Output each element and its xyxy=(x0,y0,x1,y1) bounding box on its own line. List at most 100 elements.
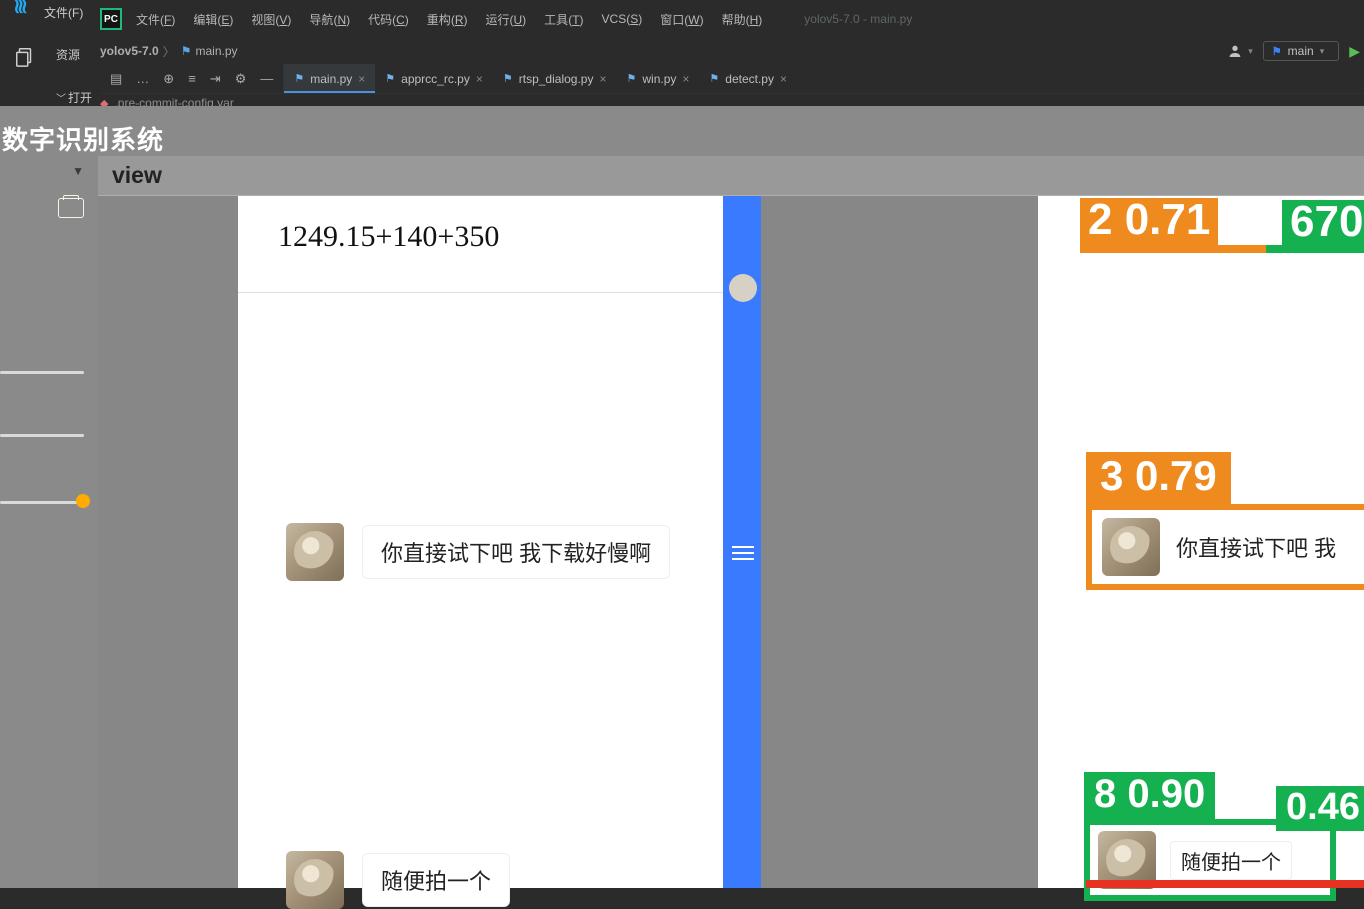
detection-mid-text: 你直接试下吧 我 xyxy=(1176,531,1336,563)
chevron-down-icon[interactable]: ▾ xyxy=(1248,46,1253,57)
message-bubble: 随便拍一个 xyxy=(362,853,510,907)
slider-3[interactable] xyxy=(0,501,84,504)
avatar-icon xyxy=(286,851,344,909)
close-icon[interactable]: × xyxy=(599,72,606,86)
expand-icon[interactable]: ⇥ xyxy=(210,71,221,87)
chat-message-1: 你直接试下吧 我下载好慢啊 xyxy=(238,523,760,581)
chevron-down-icon: ▾ xyxy=(1320,46,1325,57)
view-label: view xyxy=(98,162,162,189)
vscode-titlebar: ≋ 文件(F) xyxy=(0,0,83,24)
avatar-icon xyxy=(1102,518,1160,576)
breadcrumb-project[interactable]: yolov5-7.0 xyxy=(100,44,159,58)
tab-label: detect.py xyxy=(725,72,774,86)
detection-red-border xyxy=(1086,880,1364,888)
app-title: 数字识别系统 xyxy=(2,120,164,157)
vscode-sidebar-labels: 资源 ﹀打开 xyxy=(56,46,92,106)
chat-message-2: 随便拍一个 xyxy=(238,851,760,909)
python-file-icon: ⚑ xyxy=(626,72,636,85)
pycharm-breadcrumb: yolov5-7.0 〉 ⚑ main.py xyxy=(100,38,238,64)
det-label: 670 xyxy=(1282,200,1364,248)
menu-edit[interactable]: 编辑(E) xyxy=(193,11,233,28)
detection-mid: 3 0.79 你直接试下吧 我 xyxy=(1086,452,1364,590)
python-file-icon: ⚑ xyxy=(503,72,513,85)
run-config-selector[interactable]: ⚑ main ▾ xyxy=(1263,41,1339,61)
app-sidebar: ▼ xyxy=(0,156,98,888)
panel-icon[interactable]: ▤ xyxy=(110,71,122,87)
close-icon[interactable]: × xyxy=(780,72,787,86)
tab-label: win.py xyxy=(642,72,676,86)
run-button-icon[interactable]: ▶ xyxy=(1349,43,1360,60)
slider-knob[interactable] xyxy=(76,494,90,508)
open-editors-label[interactable]: ﹀打开 xyxy=(56,89,92,106)
menu-tools[interactable]: 工具(T) xyxy=(544,11,583,28)
detection-top-b: 670 xyxy=(1282,200,1364,248)
avatar-icon xyxy=(286,523,344,581)
tab-label: main.py xyxy=(310,72,352,86)
close-icon[interactable]: × xyxy=(476,72,483,86)
menu-window[interactable]: 窗口(W) xyxy=(660,11,703,28)
vscode-menu-file[interactable]: 文件(F) xyxy=(40,4,83,21)
view-header: view xyxy=(98,156,1364,196)
vscode-icon: ≋ xyxy=(0,0,40,32)
det-label-8: 8 0.90 xyxy=(1084,772,1215,819)
blue-sidebar-strip xyxy=(723,196,761,888)
tab-win[interactable]: ⚑ win.py × xyxy=(616,64,699,93)
python-file-icon: ⚑ xyxy=(181,44,192,58)
pycharm-editor-tabs: ▤ … ⊕ ≡ ⇥ ⚙ — ⚑ main.py × ⚑ apprcc_rc.py… xyxy=(100,64,1364,94)
run-config-name: main xyxy=(1288,44,1314,58)
breadcrumb-file[interactable]: main.py xyxy=(195,44,237,58)
files-icon[interactable] xyxy=(14,46,36,73)
tab-apprcc[interactable]: ⚑ apprcc_rc.py × xyxy=(375,64,493,93)
detection-mid-box: 你直接试下吧 我 xyxy=(1086,504,1364,590)
target-icon[interactable]: ⊕ xyxy=(163,71,174,87)
tab-label: rtsp_dialog.py xyxy=(519,72,594,86)
python-file-icon: ⚑ xyxy=(385,72,395,85)
more-icon[interactable]: … xyxy=(136,71,149,86)
python-icon: ⚑ xyxy=(1272,45,1282,58)
source-image-panel: 1249.15+140+350 你直接试下吧 我下载好慢啊 随便拍一个 xyxy=(238,196,760,888)
chevron-right-icon: 〉 xyxy=(163,43,175,60)
slider-1[interactable] xyxy=(0,371,84,374)
caret-down-icon[interactable]: ▼ xyxy=(72,164,84,178)
minimize-icon[interactable]: — xyxy=(260,71,273,86)
tab-detect[interactable]: ⚑ detect.py × xyxy=(699,64,797,93)
tab-rtsp[interactable]: ⚑ rtsp_dialog.py × xyxy=(493,64,617,93)
detection-bottom-box: 随便拍一个 xyxy=(1084,819,1336,901)
view-body: 1249.15+140+350 你直接试下吧 我下载好慢啊 随便拍一个 2 0.… xyxy=(98,196,1364,888)
menu-navigate[interactable]: 导航(N) xyxy=(309,11,350,28)
pycharm-logo-icon: PC xyxy=(100,8,122,30)
menu-view[interactable]: 视图(V) xyxy=(251,11,291,28)
settings-icon[interactable]: ⚙ xyxy=(235,71,247,87)
window-title-file: yolov5-7.0 - main.py xyxy=(804,12,912,26)
detection-top-border-green xyxy=(1266,245,1364,253)
close-icon[interactable]: × xyxy=(682,72,689,86)
menu-code[interactable]: 代码(C) xyxy=(368,11,409,28)
pycharm-right-controls: ▾ ⚑ main ▾ ▶ xyxy=(1226,38,1360,64)
det-label: 2 0.71 xyxy=(1080,198,1218,246)
menu-file[interactable]: 文件(F) xyxy=(136,11,175,28)
collapse-icon[interactable]: ≡ xyxy=(188,71,196,86)
menu-vcs[interactable]: VCS(S) xyxy=(602,12,643,26)
tab-main[interactable]: ⚑ main.py × xyxy=(284,64,375,93)
explorer-label: 资源 xyxy=(56,46,92,63)
menu-help[interactable]: 帮助(H) xyxy=(722,11,763,28)
detection-top-a: 2 0.71 xyxy=(1080,198,1218,246)
menu-run[interactable]: 运行(U) xyxy=(485,11,526,28)
python-file-icon: ⚑ xyxy=(294,72,304,85)
equation-text: 1249.15+140+350 xyxy=(238,196,760,293)
menu-refactor[interactable]: 重构(R) xyxy=(427,11,468,28)
python-file-icon: ⚑ xyxy=(709,72,719,85)
user-icon[interactable] xyxy=(1226,44,1244,58)
close-icon[interactable]: × xyxy=(358,72,365,86)
detection-bottom-text: 随便拍一个 xyxy=(1170,841,1292,880)
detection-top-border-orange xyxy=(1080,245,1270,253)
tab-label: apprcc_rc.py xyxy=(401,72,470,86)
slider-2[interactable] xyxy=(0,434,84,437)
menu-lines-icon xyxy=(732,546,754,560)
tab-toolbar: ▤ … ⊕ ≡ ⇥ ⚙ — xyxy=(100,64,284,93)
det-label: 3 0.79 xyxy=(1086,452,1231,504)
media-icon[interactable] xyxy=(58,198,84,218)
digit-recognition-window: 数字识别系统 ▼ view 1249.15+140+350 你直接试下吧 我下载… xyxy=(0,106,1364,888)
det-label-46: 0.46 xyxy=(1276,786,1364,831)
message-bubble: 你直接试下吧 我下载好慢啊 xyxy=(362,525,670,579)
